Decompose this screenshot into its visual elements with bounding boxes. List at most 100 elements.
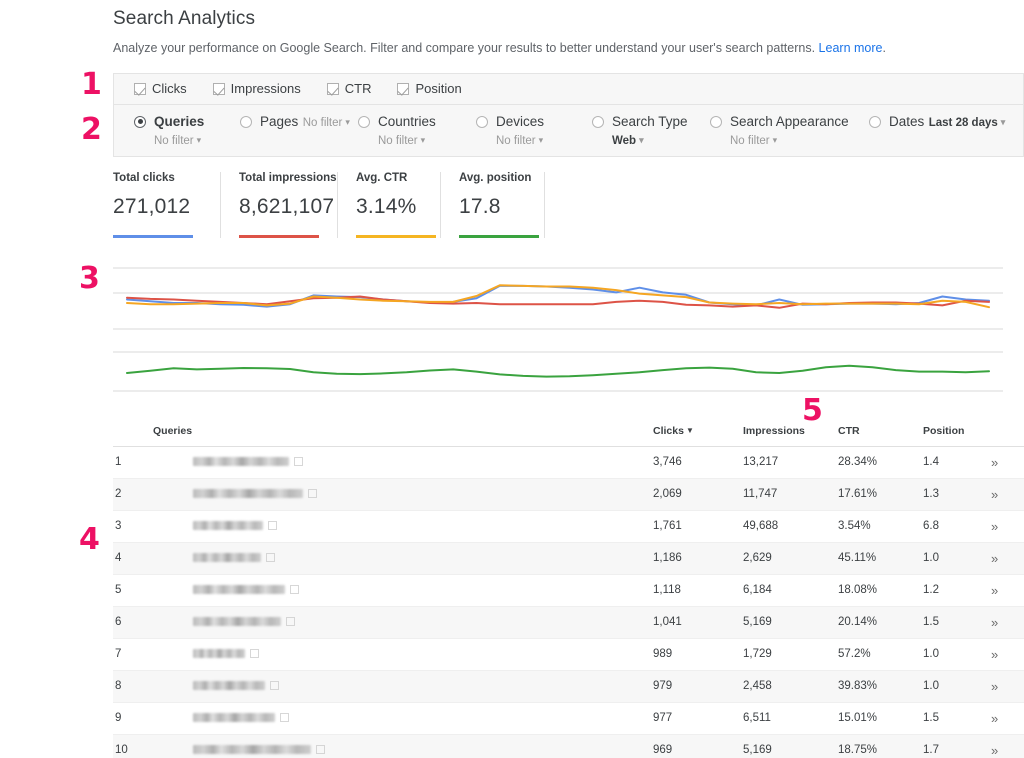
radio-unselected-icon[interactable] [592,115,604,128]
table-row[interactable]: 2 2,069 11,747 17.61% 1.3» [113,478,1024,511]
column-header-position[interactable]: Position [923,418,991,447]
double-chevron-right-icon[interactable]: » [991,647,998,662]
external-link-icon[interactable] [268,521,277,531]
redacted-query-text [193,713,275,723]
external-link-icon[interactable] [270,681,279,691]
row-expand-cell[interactable]: » [991,734,1024,758]
row-query-redacted[interactable] [153,606,653,639]
row-query-redacted[interactable] [153,734,653,758]
metric-toggle-label: Clicks [152,81,187,96]
row-query-redacted[interactable] [153,702,653,735]
metric-toggle-impressions[interactable]: Impressions [212,81,301,96]
table-row[interactable]: 4 1,186 2,629 45.11% 1.0» [113,542,1024,575]
column-header-clicks[interactable]: Clicks ▼ [653,418,743,447]
row-query-redacted[interactable] [153,574,653,607]
table-row[interactable]: 8 979 2,458 39.83% 1.0» [113,670,1024,703]
dimension-dates[interactable]: Dates Last 28 days ▾ [869,113,1009,131]
row-rank: 7 [113,638,153,671]
summary-card-avg-ctr: Avg. CTR 3.14% [338,171,441,238]
metric-toggle-position[interactable]: Position [397,81,462,96]
double-chevron-right-icon[interactable]: » [991,551,998,566]
double-chevron-right-icon[interactable]: » [991,583,998,598]
column-header-ctr[interactable]: CTR [838,418,923,447]
external-link-icon[interactable] [266,553,275,563]
row-query-redacted[interactable] [153,670,653,703]
dimension-queries[interactable]: Queries No filter ▾ [134,113,240,149]
row-expand-cell[interactable]: » [991,478,1024,511]
row-query-redacted[interactable] [153,510,653,543]
row-expand-cell[interactable]: » [991,446,1024,479]
dimension-filter[interactable]: No filter ▾ [730,135,777,147]
table-row[interactable]: 6 1,041 5,169 20.14% 1.5» [113,606,1024,639]
column-header-queries[interactable]: Queries [153,418,653,447]
metric-toggle-clicks[interactable]: Clicks [134,81,187,96]
redacted-query-text [193,649,245,659]
dimension-pages[interactable]: Pages No filter ▾ [240,113,358,131]
checkbox-checked-icon[interactable] [326,82,339,95]
double-chevron-right-icon[interactable]: » [991,487,998,502]
radio-unselected-icon[interactable] [240,115,252,128]
dimension-filter[interactable]: Last 28 days ▾ [929,117,1006,129]
row-rank: 1 [113,446,153,479]
table-row[interactable]: 9 977 6,511 15.01% 1.5» [113,702,1024,735]
double-chevron-right-icon[interactable]: » [991,455,998,470]
column-header-impressions[interactable]: Impressions [743,418,838,447]
double-chevron-right-icon[interactable]: » [991,519,998,534]
learn-more-link[interactable]: Learn more [819,41,883,55]
dimension-filter[interactable]: No filter ▾ [303,117,350,129]
table-row[interactable]: 7 989 1,729 57.2% 1.0» [113,638,1024,671]
double-chevron-right-icon[interactable]: » [991,615,998,630]
dimension-filter[interactable]: No filter ▾ [378,135,425,147]
dimension-filter[interactable]: No filter ▾ [496,135,543,147]
checkbox-checked-icon[interactable] [134,82,146,95]
row-query-redacted[interactable] [153,478,653,511]
row-expand-cell[interactable]: » [991,574,1024,607]
radio-unselected-icon[interactable] [476,115,488,128]
external-link-icon[interactable] [280,713,289,723]
chevron-down-icon: ▾ [639,134,644,145]
dimension-devices[interactable]: Devices No filter ▾ [476,113,592,149]
checkbox-checked-icon[interactable] [212,82,225,95]
double-chevron-right-icon[interactable]: » [991,711,998,726]
radio-unselected-icon[interactable] [869,115,881,128]
row-expand-cell[interactable]: » [991,510,1024,543]
external-link-icon[interactable] [294,457,303,467]
table-row[interactable]: 3 1,761 49,688 3.54% 6.8» [113,510,1024,543]
dimension-search-appearance[interactable]: Search Appearance No filter ▾ [710,113,869,149]
metric-toggle-ctr[interactable]: CTR [326,81,372,96]
dimension-filter[interactable]: Web ▾ [612,135,644,147]
row-expand-cell[interactable]: » [991,638,1024,671]
dimension-filter[interactable]: No filter ▾ [154,135,201,147]
results-table-head: Queries Clicks ▼ Impressions CTR Position [113,418,1024,447]
external-link-icon[interactable] [308,489,317,499]
double-chevron-right-icon[interactable]: » [991,679,998,694]
row-clicks: 977 [653,702,743,735]
row-expand-cell[interactable]: » [991,542,1024,575]
row-expand-cell[interactable]: » [991,606,1024,639]
row-ctr: 28.34% [838,446,923,479]
checkbox-checked-icon[interactable] [397,82,410,95]
radio-unselected-icon[interactable] [358,115,370,128]
external-link-icon[interactable] [316,745,325,755]
row-impressions: 6,511 [743,702,838,735]
external-link-icon[interactable] [290,585,299,595]
summary-card-underline [459,234,539,238]
row-query-redacted[interactable] [153,446,653,479]
dimension-search-type[interactable]: Search Type Web ▾ [592,113,710,149]
table-row[interactable]: 5 1,118 6,184 18.08% 1.2» [113,574,1024,607]
radio-unselected-icon[interactable] [710,115,722,128]
table-row[interactable]: 10 969 5,169 18.75% 1.7» [113,734,1024,758]
row-expand-cell[interactable]: » [991,670,1024,703]
row-query-redacted[interactable] [153,638,653,671]
table-row[interactable]: 1 3,746 13,217 28.34% 1.4» [113,446,1024,479]
dimension-countries[interactable]: Countries No filter ▾ [358,113,476,149]
external-link-icon[interactable] [250,649,259,659]
dimension-label: Search Type [612,113,688,129]
external-link-icon[interactable] [286,617,295,627]
row-expand-cell[interactable]: » [991,702,1024,735]
radio-selected-icon[interactable] [134,115,146,128]
double-chevron-right-icon[interactable]: » [991,743,998,758]
row-query-redacted[interactable] [153,542,653,575]
row-position: 1.4 [923,446,991,479]
metric-toggle-label: CTR [344,81,372,96]
